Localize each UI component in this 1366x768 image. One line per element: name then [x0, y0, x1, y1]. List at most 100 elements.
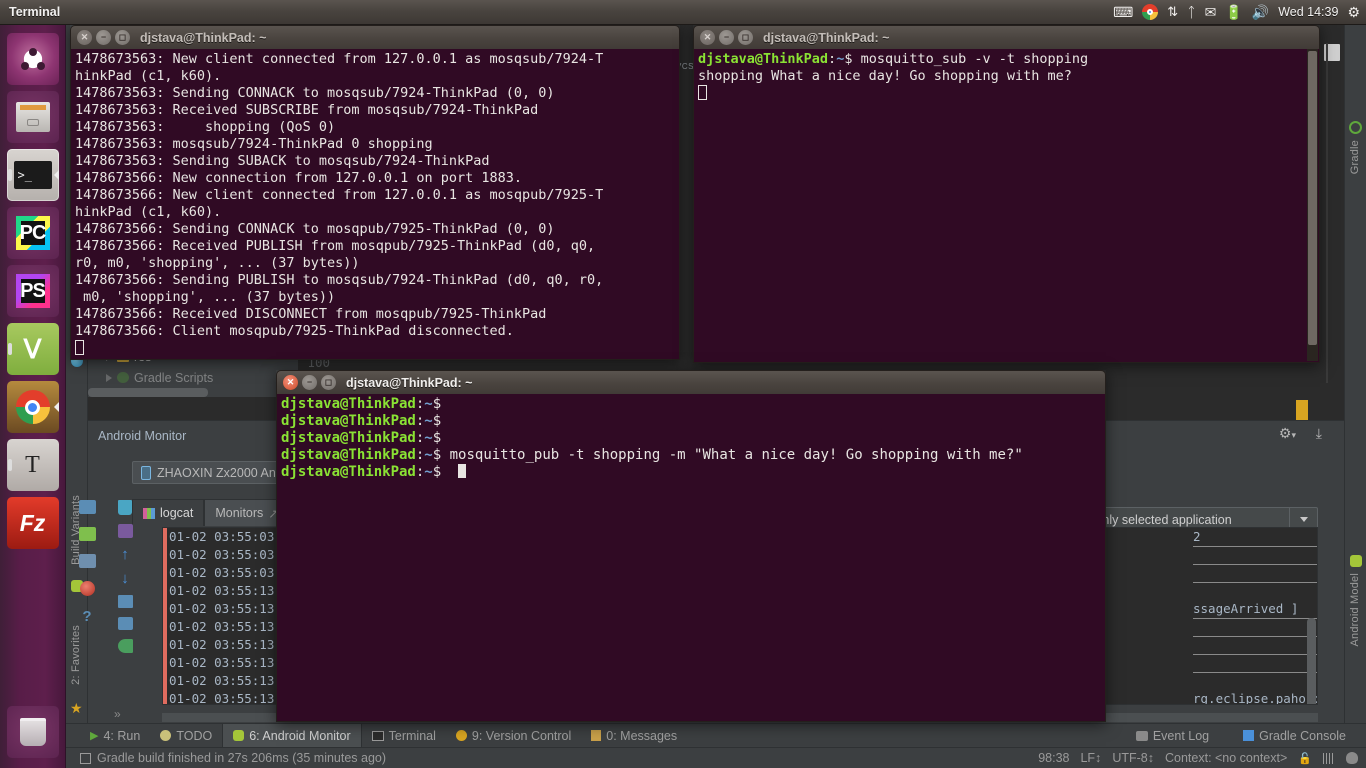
close-icon[interactable]: ✕ — [283, 375, 298, 390]
video-icon[interactable] — [78, 527, 96, 541]
launcher-item-pycharm[interactable]: PC — [6, 207, 59, 259]
trash-icon — [20, 718, 46, 746]
gear-icon[interactable]: ⚙▾ — [1279, 425, 1296, 442]
terminal-titlebar-broker[interactable]: ✕ − ◻ djstava@ThinkPad: ~ — [70, 25, 680, 49]
save-icon[interactable] — [117, 524, 133, 538]
logcat-line-fragment: 2 — [1193, 529, 1201, 544]
print-icon[interactable] — [117, 617, 133, 630]
tool-window-terminal[interactable]: Terminal — [362, 724, 446, 748]
close-icon[interactable]: ✕ — [700, 30, 715, 45]
terminal-cursor-publisher — [458, 464, 467, 478]
line-separator[interactable]: LF↕ — [1080, 751, 1101, 765]
launcher-item-text-editor[interactable]: T — [6, 439, 59, 491]
grid-icon[interactable] — [1323, 752, 1335, 764]
logcat-toolbar-outer: ? — [72, 496, 102, 624]
chrome-icon — [15, 390, 50, 424]
terminal-cursor-broker — [75, 340, 679, 357]
tool-window-event-log[interactable]: Event Log — [1126, 724, 1219, 748]
launcher-item-trash[interactable] — [7, 706, 59, 758]
layout-inspector-icon[interactable] — [78, 554, 96, 568]
terminal-window-publisher[interactable]: ✕ − ◻ djstava@ThinkPad: ~ djstava@ThinkP… — [276, 370, 1106, 722]
terminal-body-broker[interactable]: 1478673563: New client connected from 12… — [70, 49, 680, 360]
launcher-item-filezilla[interactable]: Fz — [6, 497, 59, 549]
tree-hscrollbar[interactable] — [88, 388, 208, 397]
encoding[interactable]: UTF-8↕ — [1112, 751, 1154, 765]
minimize-icon[interactable]: − — [96, 30, 111, 45]
pycharm-icon: PC — [15, 216, 50, 250]
chrome-icon[interactable] — [1142, 0, 1159, 25]
launcher-item-files[interactable] — [6, 91, 59, 143]
terminal-body-publisher[interactable]: djstava@ThinkPad:~$ djstava@ThinkPad:~$ dj… — [276, 394, 1106, 722]
panel-app-title[interactable]: Terminal — [9, 5, 60, 19]
camera-icon[interactable] — [78, 500, 96, 514]
tool-window-messages[interactable]: 0: Messages — [581, 724, 687, 748]
tab-logcat[interactable]: logcat — [132, 499, 205, 526]
close-icon[interactable]: ✕ — [77, 30, 92, 45]
wrap-icon[interactable] — [117, 595, 133, 608]
terminal-title-publisher: djstava@ThinkPad: ~ — [346, 375, 473, 390]
terminal-window-broker[interactable]: ✕ − ◻ djstava@ThinkPad: ~ 1478673563: Ne… — [70, 25, 680, 360]
download-icon[interactable]: ⤓ — [1316, 425, 1322, 442]
terminal-window-subscriber[interactable]: ✕ − ◻ djstava@ThinkPad: ~ djstava@ThinkP… — [693, 25, 1320, 363]
launcher-item-terminal[interactable]: >_ — [6, 149, 59, 201]
terminal-line: 1478673563: Received SUBSCRIBE from mosq… — [75, 102, 539, 118]
terminal-titlebar-subscriber[interactable]: ✕ − ◻ djstava@ThinkPad: ~ — [693, 25, 1320, 49]
hector-icon[interactable] — [1346, 752, 1358, 764]
launcher-item-chrome[interactable] — [6, 381, 59, 433]
battery-icon[interactable]: 🔋 — [1225, 0, 1242, 25]
error-icon[interactable] — [79, 581, 95, 596]
terminal-line: 1478673563: New client connected from 12… — [75, 51, 604, 67]
run-icon: ▶ — [90, 730, 99, 742]
launcher-item-ubuntu-dash[interactable] — [6, 33, 59, 85]
android-studio-icon: Ⅴ — [23, 334, 42, 364]
help-icon[interactable]: ? — [82, 609, 91, 624]
keyboard-icon[interactable]: ⌨ — [1113, 0, 1133, 25]
tool-window-android-monitor[interactable]: 6: Android Monitor — [222, 723, 362, 748]
tool-window-run[interactable]: ▶ 4: Run — [80, 724, 150, 748]
launcher-item-phpstorm[interactable]: PS — [6, 265, 59, 317]
minimize-icon[interactable]: − — [719, 30, 734, 45]
panel-clock[interactable]: Wed 14:39 — [1278, 5, 1338, 19]
up-arrow-icon[interactable]: ↑ — [121, 547, 129, 562]
tool-window-run-label: 4: Run — [103, 728, 141, 743]
lock-icon[interactable]: 🔓 — [1298, 752, 1312, 765]
terminal-titlebar-publisher[interactable]: ✕ − ◻ djstava@ThinkPad: ~ — [276, 370, 1106, 394]
strip-label-android-model[interactable]: Android Model — [1349, 573, 1361, 647]
tool-window-gradle-console[interactable]: Gradle Console — [1233, 724, 1356, 748]
status-bar-right: 98:38 LF↕ UTF-8↕ Context: <no context> 🔓 — [1038, 751, 1366, 765]
logcat-scrollbar[interactable] — [1307, 618, 1316, 704]
minimize-icon[interactable]: − — [302, 375, 317, 390]
tool-window-todo[interactable]: TODO — [150, 724, 222, 748]
launcher-item-android-studio[interactable]: Ⅴ — [6, 323, 59, 375]
maximize-icon[interactable]: ◻ — [738, 30, 753, 45]
ide-right-toolwindow-strip: Gradle Android Model — [1344, 25, 1366, 723]
tool-window-version-control-label: 9: Version Control — [471, 728, 572, 743]
maximize-icon[interactable]: ◻ — [115, 30, 130, 45]
bluetooth-icon[interactable]: ᛏ — [1187, 0, 1195, 25]
device-icon — [141, 465, 151, 480]
strip-label-gradle[interactable]: Gradle — [1349, 140, 1361, 174]
down-arrow-icon[interactable]: ↓ — [121, 571, 129, 586]
ubuntu-logo-icon — [17, 44, 48, 74]
trash-icon[interactable] — [118, 500, 132, 515]
caret-position[interactable]: 98:38 — [1038, 751, 1069, 765]
maximize-icon[interactable]: ◻ — [321, 375, 336, 390]
tool-window-version-control[interactable]: 9: Version Control — [446, 724, 581, 748]
terminal-scrollbar-subscriber[interactable] — [1307, 49, 1318, 361]
mail-icon[interactable]: ✉ — [1205, 0, 1217, 25]
prompt-user: djstava@ThinkPad — [281, 413, 416, 429]
volume-icon[interactable]: 🔊 — [1252, 0, 1269, 25]
terminal-body-subscriber[interactable]: djstava@ThinkPad:~$ mosquitto_sub -v -t … — [693, 49, 1320, 363]
tree-item-label: Gradle Scripts — [134, 370, 214, 385]
restart-icon[interactable] — [117, 639, 133, 653]
event-log-icon — [1135, 730, 1148, 741]
gear-icon[interactable]: ⚙ — [1347, 0, 1360, 25]
tree-item[interactable]: Gradle Scripts — [88, 367, 298, 388]
strip-label-favorites[interactable]: 2: Favorites — [70, 625, 82, 685]
prompt-path: ~ — [424, 464, 433, 480]
prompt-path: ~ — [424, 430, 433, 446]
terminal-icon: >_ — [13, 161, 52, 189]
expand-more-icon[interactable]: » — [114, 707, 121, 721]
network-icon[interactable]: ⇅ — [1167, 0, 1178, 25]
terminal-line: hinkPad (c1, k60). — [75, 68, 222, 84]
